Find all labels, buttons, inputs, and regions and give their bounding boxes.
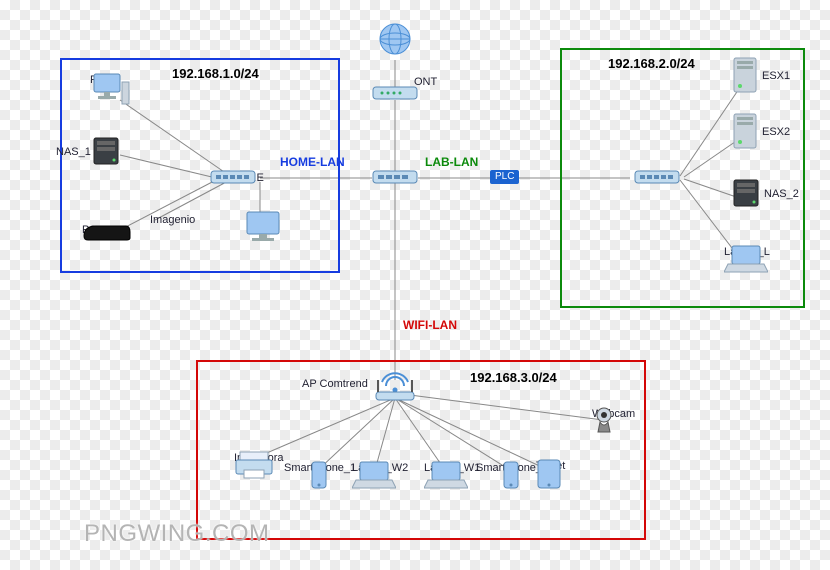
node-impresora: Impresora xyxy=(234,450,284,464)
segment-lab: LAB-LAN xyxy=(425,155,478,169)
phone-icon xyxy=(502,460,520,490)
switch-icon xyxy=(634,170,680,186)
node-sp1: Smartphone_1 xyxy=(310,460,356,474)
node-ont: ONT xyxy=(372,86,437,88)
diagram-root: 192.168.1.0/24 192.168.2.0/24 192.168.3.… xyxy=(0,0,830,570)
label-imagenio: Imagenio xyxy=(150,214,195,226)
server-icon xyxy=(732,56,758,94)
laptop-icon xyxy=(352,460,396,490)
router-icon xyxy=(372,170,418,186)
node-microtik: Microtik xyxy=(372,170,410,184)
nas-icon xyxy=(732,178,760,208)
node-laptop-w1: Laptop_W1 xyxy=(424,460,480,474)
node-tablet: Tablet xyxy=(536,458,565,472)
subnet-wifi: 192.168.3.0/24 xyxy=(470,370,557,385)
node-sw-home: SW HOME xyxy=(210,170,264,184)
plc-badge: PLC xyxy=(490,170,519,184)
phone-icon xyxy=(310,460,328,490)
nas-icon xyxy=(92,136,120,166)
printer-icon xyxy=(234,450,274,480)
tablet-icon xyxy=(536,458,562,490)
zone-lab xyxy=(560,48,805,308)
subnet-home: 192.168.1.0/24 xyxy=(172,66,259,81)
label-ap: AP Comtrend xyxy=(302,378,368,390)
laptop-icon xyxy=(424,460,468,490)
node-pc1: PC1 xyxy=(90,72,111,86)
segment-home: HOME-LAN xyxy=(280,155,345,169)
subnet-lab: 192.168.2.0/24 xyxy=(608,56,695,71)
label-esx1: ESX1 xyxy=(762,70,790,82)
switch-icon xyxy=(210,170,256,186)
webcam-icon xyxy=(592,406,616,434)
desktop-icon xyxy=(90,72,130,108)
node-webcam: Webcam xyxy=(592,406,635,420)
node-ps3: PS3 xyxy=(82,222,103,236)
label-nas1: NAS_1 xyxy=(56,146,91,158)
label-esx2: ESX2 xyxy=(762,126,790,138)
laptop-icon xyxy=(724,244,768,274)
wifi-router-icon xyxy=(372,368,418,402)
node-laptop-w2: Laptop_W2 xyxy=(352,460,408,474)
watermark: PNGWING.COM xyxy=(84,520,270,548)
server-icon xyxy=(732,112,758,150)
node-laptop-l: Laptop_L xyxy=(724,244,770,258)
console-icon xyxy=(82,222,132,242)
label-nas2: NAS_2 xyxy=(764,188,799,200)
segment-wifi: WIFI-LAN xyxy=(403,318,457,332)
node-sw-lab: SW LAB xyxy=(634,170,676,184)
monitor-icon xyxy=(244,210,282,244)
modem-icon xyxy=(372,86,418,102)
globe-icon xyxy=(378,22,412,56)
